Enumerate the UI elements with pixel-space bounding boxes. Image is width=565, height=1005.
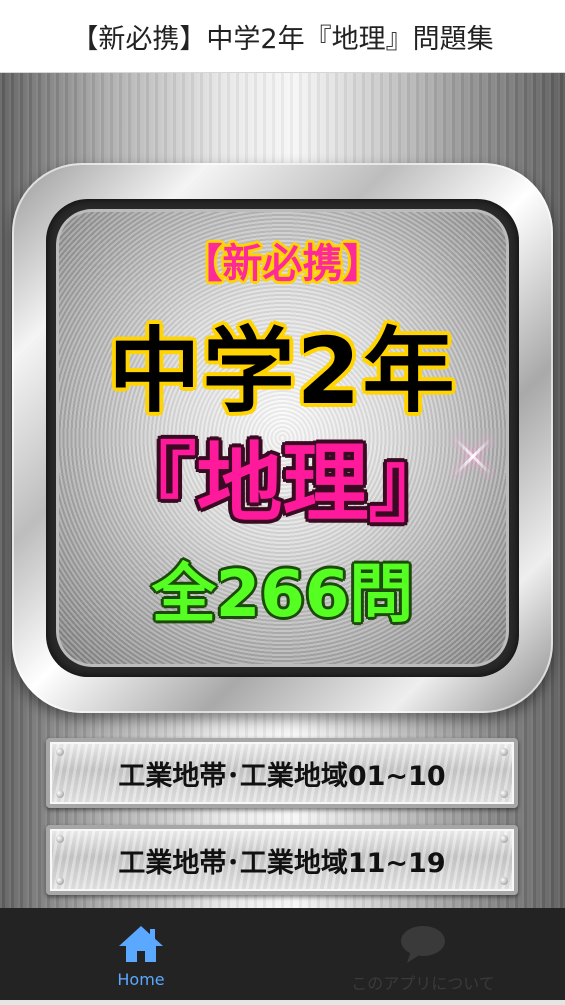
banner-grade: 中学2年 [108, 318, 457, 425]
banner-count: 全266問 [151, 558, 414, 632]
banner-brand: 【新必携】 [182, 241, 383, 287]
rivet-icon [56, 748, 64, 756]
rivet-icon [500, 748, 508, 756]
home-icon [117, 924, 165, 964]
main-content: 【新必携】 中学2年 『地理』 全266問 工業地帯･工業地域01~10 工業地… [0, 73, 565, 908]
page-title: 【新必携】中学2年『地理』問題集 [71, 23, 494, 55]
banner-subject: 『地理』 [110, 434, 455, 534]
menu-button-label: 工業地帯･工業地域01~10 [118, 760, 446, 792]
rivet-icon [500, 835, 508, 843]
tab-home[interactable]: Home [0, 908, 282, 1000]
menu-button-label: 工業地帯･工業地域11~19 [118, 847, 446, 879]
chat-bubble-icon [399, 924, 447, 964]
tab-about[interactable]: このアプリについて [282, 908, 564, 1000]
menu-button-industrial-11-19[interactable]: 工業地帯･工業地域11~19 [46, 825, 518, 895]
menu-button-industrial-01-10[interactable]: 工業地帯･工業地域01~10 [46, 738, 518, 808]
app-header: 【新必携】中学2年『地理』問題集 [0, 0, 565, 73]
tab-about-label: このアプリについて [351, 974, 495, 993]
rivet-icon [500, 877, 508, 885]
rivet-icon [500, 790, 508, 798]
bottom-divider [0, 1000, 565, 1005]
bottom-tab-bar: Home このアプリについて [0, 908, 565, 1000]
rivet-icon [56, 835, 64, 843]
tab-home-label: Home [117, 970, 165, 989]
rivet-icon [56, 877, 64, 885]
rivet-icon [56, 790, 64, 798]
